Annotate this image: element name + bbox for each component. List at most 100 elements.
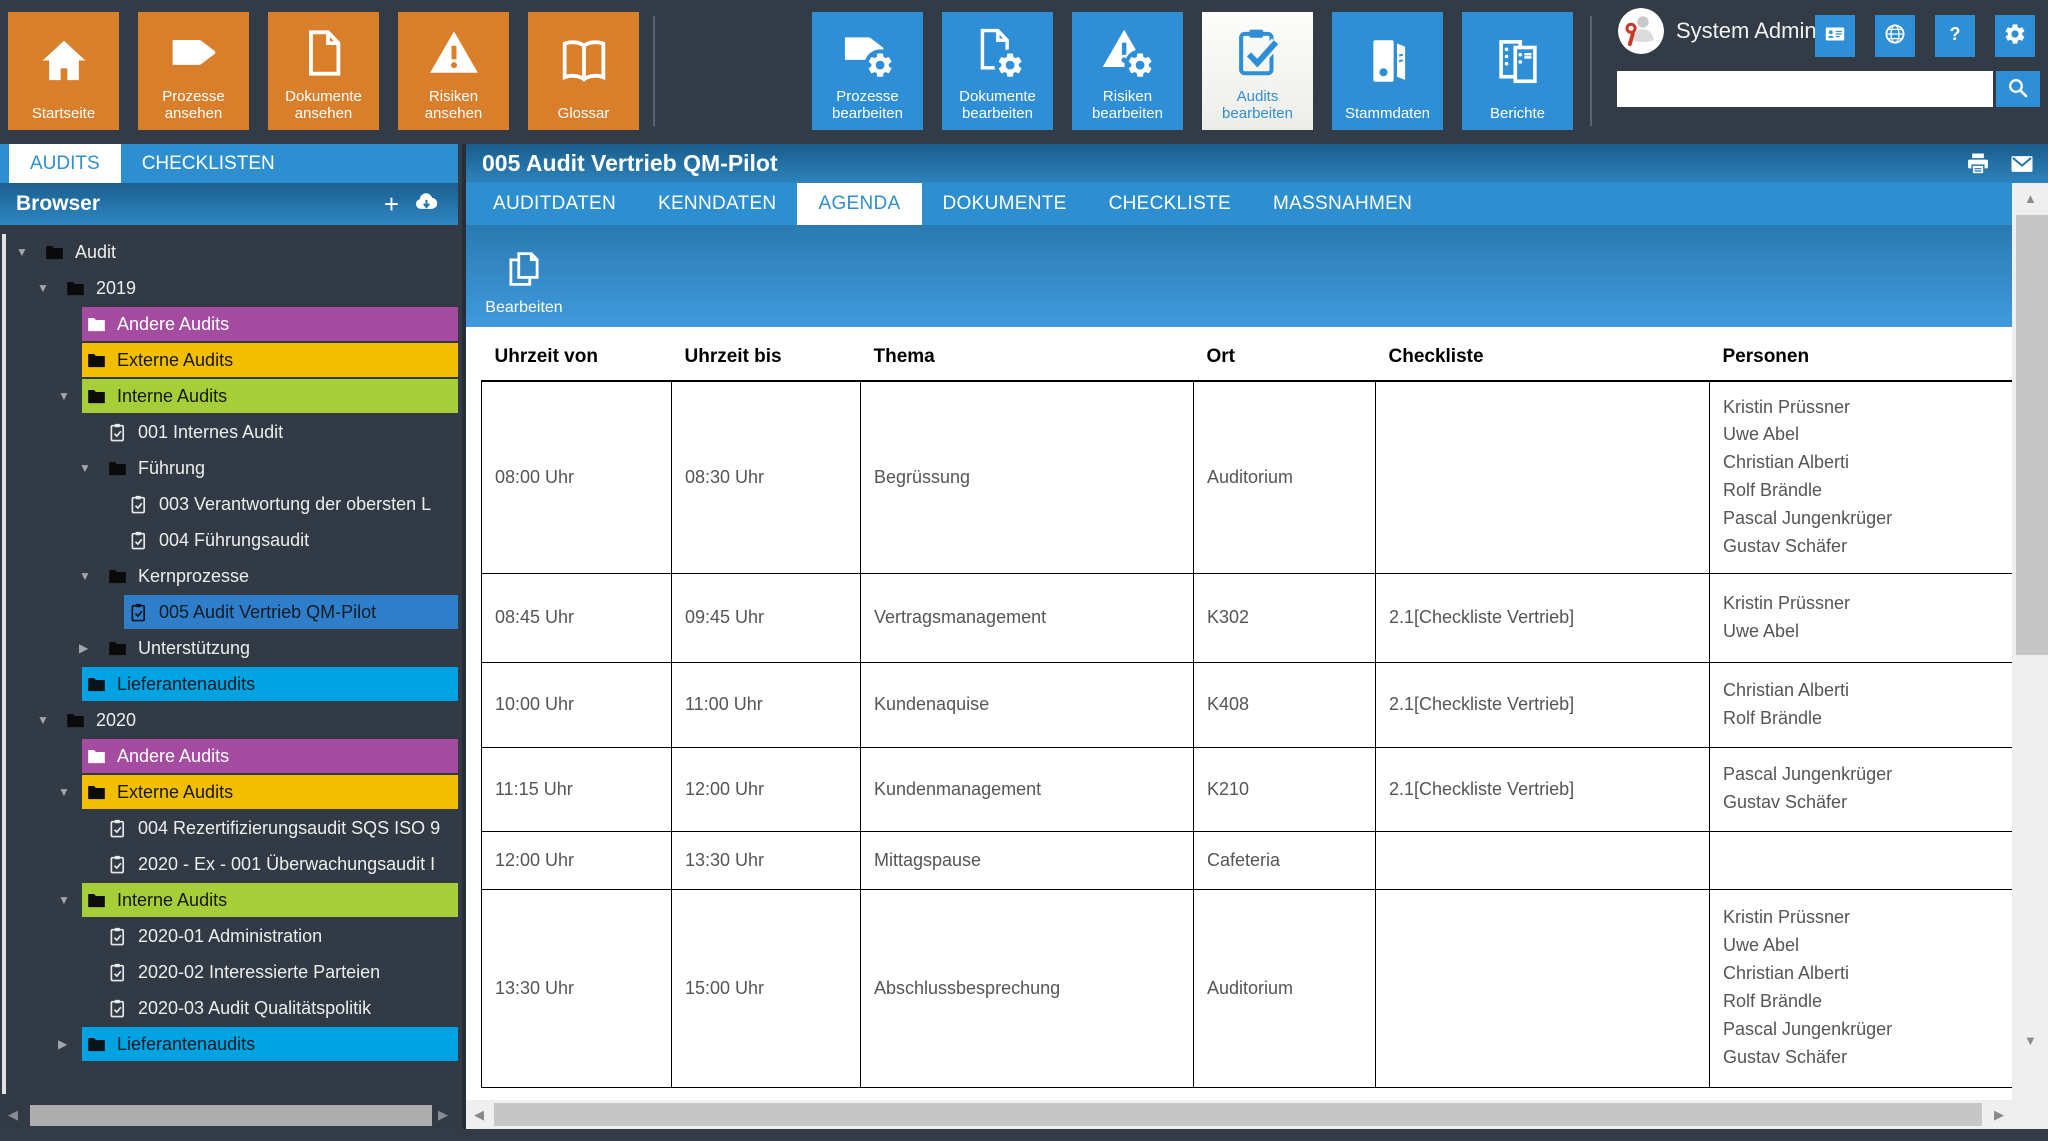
agenda-row-begr-ssung[interactable]: 08:00 Uhr08:30 UhrBegrüssungAuditoriumKr… [482, 381, 2013, 573]
agenda-cell: K302 [1194, 573, 1376, 662]
scrollbar-thumb[interactable] [30, 1105, 432, 1126]
chevron-right-icon[interactable]: ▶ [79, 641, 103, 655]
tree-item-unterst-tzung[interactable]: ▶Unterstützung [6, 630, 458, 666]
tab-dokumente[interactable]: DOKUMENTE [922, 183, 1088, 225]
tree-item-kernprozesse[interactable]: ▼Kernprozesse [6, 558, 458, 594]
sidebar-horizontal-scrollbar[interactable]: ◀ ▶ [0, 1102, 458, 1129]
folder-icon [64, 709, 86, 731]
scroll-up-icon[interactable]: ▲ [2024, 191, 2037, 206]
agenda-toolbar: Bearbeiten [466, 225, 2012, 327]
agenda-row-kundenmanagement[interactable]: 11:15 Uhr12:00 UhrKundenmanagementK2102.… [482, 747, 2013, 831]
scroll-right-icon[interactable]: ▶ [1994, 1107, 2004, 1123]
agenda-cell: 10:00 Uhr [482, 662, 672, 747]
tab-agenda[interactable]: AGENDA [797, 183, 921, 225]
tree-item-2020-03-audit-qualit-tspolitik[interactable]: 2020-03 Audit Qualitätspolitik [6, 990, 458, 1026]
column-header-uhrzeit-von: Uhrzeit von [482, 333, 672, 381]
id-card-button[interactable] [1815, 15, 1855, 57]
berichte-button[interactable]: Berichte [1462, 12, 1573, 130]
plus-icon[interactable]: + [384, 191, 399, 217]
tree-item-andere-audits[interactable]: Andere Audits [6, 738, 458, 774]
globe-button[interactable] [1875, 15, 1915, 57]
scroll-right-icon[interactable]: ▶ [438, 1107, 448, 1123]
sidebar-tab-checklisten[interactable]: CHECKLISTEN [121, 144, 296, 183]
main-horizontal-scrollbar[interactable]: ◀ ▶ [466, 1100, 2012, 1129]
tree-item-004-rezertifizierungsaudit-sqs-iso-9[interactable]: 004 Rezertifizierungsaudit SQS ISO 9 [6, 810, 458, 846]
tree-item-lieferantenaudits[interactable]: Lieferantenaudits [6, 666, 458, 702]
main-vertical-scrollbar[interactable]: ▲ ▼ [2012, 183, 2048, 1129]
tree-item-2020[interactable]: ▼2020 [6, 702, 458, 738]
search-button[interactable] [1996, 71, 2040, 107]
chevron-down-icon[interactable]: ▼ [37, 713, 61, 727]
chevron-down-icon[interactable]: ▼ [58, 389, 82, 403]
prozesse-bearbeiten-button[interactable]: Prozesse bearbeiten [812, 12, 923, 130]
search-input[interactable] [1617, 71, 1993, 107]
tab-auditdaten[interactable]: AUDITDATEN [472, 183, 637, 225]
sidebar: AUDITSCHECKLISTEN Browser + ▼Audit▼2019A… [0, 144, 458, 1129]
chevron-down-icon[interactable]: ▼ [58, 893, 82, 907]
user-name: System Admin [1676, 18, 1817, 44]
agenda-row-vertragsmanagement[interactable]: 08:45 Uhr09:45 UhrVertragsmanagementK302… [482, 573, 2013, 662]
bearbeiten-button[interactable]: Bearbeiten [476, 233, 572, 321]
tree-item-andere-audits[interactable]: Andere Audits [6, 306, 458, 342]
folder-icon [85, 781, 107, 803]
tree-item-externe-audits[interactable]: Externe Audits [6, 342, 458, 378]
tree-item-f-hrung[interactable]: ▼Führung [6, 450, 458, 486]
dokumente-ansehen-button[interactable]: Dokumente ansehen [268, 12, 379, 130]
chevron-down-icon[interactable]: ▼ [79, 569, 103, 583]
tree-item-2020-ex-001-berwachungsaudit-i[interactable]: 2020 - Ex - 001 Überwachungsaudit I [6, 846, 458, 882]
agenda-row-abschlussbesprechung[interactable]: 13:30 Uhr15:00 UhrAbschlussbesprechungAu… [482, 889, 2013, 1087]
mail-icon[interactable] [2008, 150, 2036, 178]
printer-icon[interactable] [1964, 150, 1992, 178]
person-name: Rolf Brändle [1723, 988, 2004, 1016]
agenda-row-kundenaquise[interactable]: 10:00 Uhr11:00 UhrKundenaquiseK4082.1[Ch… [482, 662, 2013, 747]
tree-item-lieferantenaudits[interactable]: ▶Lieferantenaudits [6, 1026, 458, 1062]
chevron-down-icon[interactable]: ▼ [58, 785, 82, 799]
tab-massnahmen[interactable]: MASSNAHMEN [1252, 183, 1433, 225]
person-name: Gustav Schäfer [1723, 533, 2004, 561]
tab-kenndaten[interactable]: KENNDATEN [637, 183, 797, 225]
tree-item-interne-audits[interactable]: ▼Interne Audits [6, 882, 458, 918]
scroll-left-icon[interactable]: ◀ [474, 1107, 484, 1123]
audit-icon [106, 853, 128, 875]
tree-item-001-internes-audit[interactable]: 001 Internes Audit [6, 414, 458, 450]
chevron-down-icon[interactable]: ▼ [16, 245, 40, 259]
tree-item-audit[interactable]: ▼Audit [6, 234, 458, 270]
stammdaten-button[interactable]: Stammdaten [1332, 12, 1443, 130]
tab-checkliste[interactable]: CHECKLISTE [1088, 183, 1252, 225]
startseite-button[interactable]: Startseite [8, 12, 119, 130]
risiken-bearbeiten-button[interactable]: Risiken bearbeiten [1072, 12, 1183, 130]
dokumente-bearbeiten-button[interactable]: Dokumente bearbeiten [942, 12, 1053, 130]
tree-item-2020-01-administration[interactable]: 2020-01 Administration [6, 918, 458, 954]
scrollbar-thumb[interactable] [2016, 215, 2048, 655]
tree-item-005-audit-vertrieb-qm-pilot[interactable]: 005 Audit Vertrieb QM-Pilot [6, 594, 458, 630]
tree-item-2020-02-interessierte-parteien[interactable]: 2020-02 Interessierte Parteien [6, 954, 458, 990]
agenda-cell: 11:00 Uhr [672, 662, 861, 747]
chevron-right-icon[interactable]: ▶ [58, 1037, 82, 1051]
user-avatar[interactable] [1618, 8, 1664, 54]
agenda-row-mittagspause[interactable]: 12:00 Uhr13:30 UhrMittagspauseCafeteria [482, 831, 2013, 889]
chevron-down-icon[interactable]: ▼ [79, 461, 103, 475]
person-name: Rolf Brändle [1723, 705, 2004, 733]
agenda-cell [1376, 831, 1710, 889]
sidebar-tab-audits[interactable]: AUDITS [9, 144, 121, 183]
audit-icon [106, 817, 128, 839]
report-icon [1491, 12, 1545, 106]
help-button[interactable]: ? [1935, 15, 1975, 57]
folder-icon [85, 349, 107, 371]
tree-item-externe-audits[interactable]: ▼Externe Audits [6, 774, 458, 810]
tree-item-2019[interactable]: ▼2019 [6, 270, 458, 306]
prozesse-ansehen-button[interactable]: Prozesse ansehen [138, 12, 249, 130]
tree-item-003-verantwortung-der-obersten-l[interactable]: 003 Verantwortung der obersten L [6, 486, 458, 522]
glossar-button[interactable]: Glossar [528, 12, 639, 130]
tree-item-interne-audits[interactable]: ▼Interne Audits [6, 378, 458, 414]
scroll-left-icon[interactable]: ◀ [8, 1107, 18, 1123]
scroll-down-icon[interactable]: ▼ [2024, 1033, 2037, 1048]
risiken-ansehen-button[interactable]: Risiken ansehen [398, 12, 509, 130]
cloud-download-icon[interactable] [413, 188, 440, 220]
scrollbar-thumb[interactable] [494, 1103, 1982, 1126]
settings-button[interactable] [1995, 15, 2035, 57]
audits-bearbeiten-button[interactable]: Audits bearbeiten [1202, 12, 1313, 130]
tree-item-004-f-hrungsaudit[interactable]: 004 Führungsaudit [6, 522, 458, 558]
audit-icon [106, 925, 128, 947]
chevron-down-icon[interactable]: ▼ [37, 281, 61, 295]
